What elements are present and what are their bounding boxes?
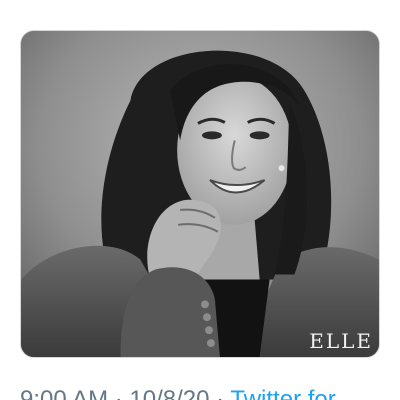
tweet-timestamp-line: 9:00 AM · 10/8/20 · Twitter for	[20, 386, 336, 400]
tweet-photo[interactable]: ELLE	[20, 30, 380, 358]
portrait-image	[21, 31, 379, 357]
tweet-source-link[interactable]: Twitter for	[230, 386, 335, 400]
tweet-time: 9:00 AM	[20, 386, 109, 400]
tweet-date: 10/8/20	[129, 386, 210, 400]
separator-dot: ·	[216, 386, 225, 400]
tweet-view: ELLE 9:00 AM · 10/8/20 · Twitter for	[0, 0, 400, 400]
elle-watermark: ELLE	[309, 329, 373, 353]
separator-dot: ·	[114, 386, 123, 400]
